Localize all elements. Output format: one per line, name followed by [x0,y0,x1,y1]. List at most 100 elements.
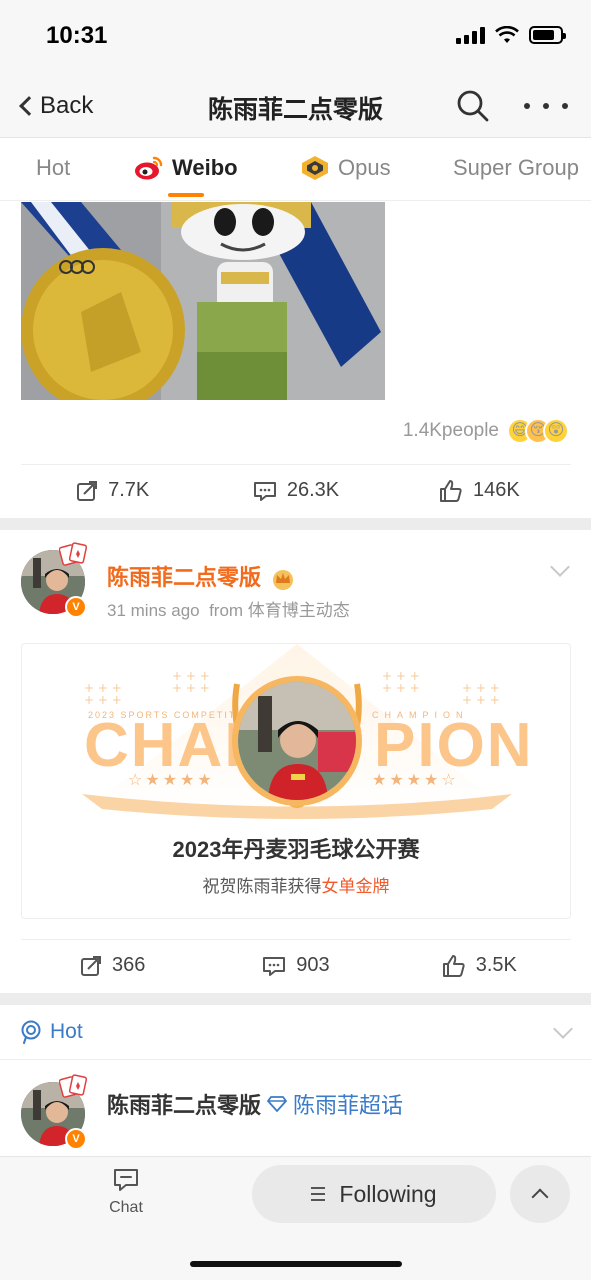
svg-text:+ + +: + + + [382,681,420,695]
champion-card[interactable]: + + + + + + + + + + + + + + + + + + + + … [21,643,571,919]
like-button[interactable]: 3.5K [388,940,571,991]
status-bar: 10:31 [0,0,591,76]
tab-hot[interactable]: Hot [36,155,70,181]
comment-icon [263,956,286,976]
weibo-logo-icon [135,156,163,180]
chat-icon [114,1169,138,1191]
svg-text:+ + +: + + + [84,693,122,707]
caption-prefix: 祝贺陈雨菲获得 [202,877,322,896]
chevron-up-icon [531,1188,549,1206]
chevron-down-icon[interactable] [553,1019,573,1039]
home-indicator[interactable] [190,1261,402,1267]
author-name[interactable]: 陈雨菲二点零版 [107,560,295,592]
champion-stars-right: ★★★★☆ [372,772,459,789]
reactions-summary[interactable]: 1.4Kpeople 😄 😚 😲 [403,418,569,444]
list-icon [311,1187,326,1201]
tab-label: Weibo [172,155,238,180]
like-count: 146K [472,479,520,501]
following-label: Following [339,1180,437,1207]
more-dot [562,103,568,109]
reaction-emoji-stack: 😄 😚 😲 [507,418,569,444]
verified-badge-icon: V [65,1128,87,1150]
chevron-down-icon[interactable] [550,557,570,577]
post-photo-medal-mascot[interactable] [21,202,385,400]
wifi-icon [495,26,519,43]
hot-label: Hot [20,1020,83,1044]
active-tab-indicator [168,193,204,197]
post-meta: 31 mins ago from 体育博主动态 [107,596,350,621]
repost-count: 366 [111,954,146,976]
post2-header: V 陈雨菲二点零版 31 mins ago from 体育博主动态 [21,542,571,630]
crown-icon [273,570,294,591]
thumbs-up-icon [439,479,462,502]
following-button[interactable]: Following [252,1165,496,1223]
comment-count: 26.3K [286,479,340,501]
post-source: from 体育博主动态 [209,601,350,620]
author-name-text[interactable]: 陈雨菲二点零版 [107,1088,261,1120]
nav-header: Back 陈雨菲二点零版 [0,76,591,138]
diamond-icon [267,1096,287,1112]
hot-label-text: Hot [50,1020,83,1043]
status-icons [456,26,566,44]
svg-text:+ + +: + + + [462,693,500,707]
post1-action-bar: 7.7K 26.3K 146K [21,464,571,516]
repost-icon [77,480,98,501]
feed-separator [0,993,591,1005]
like-button[interactable]: 146K [388,465,571,516]
chat-label: Chat [109,1199,143,1216]
tab-weibo[interactable]: Weibo [134,155,238,181]
champion-stars-left: ☆★★★★ [128,772,215,789]
champion-photo [238,682,356,800]
comment-button[interactable]: 903 [204,940,387,991]
author-name-text: 陈雨菲二点零版 [107,565,262,590]
post-time: 31 mins ago [107,601,200,620]
tab-super-group[interactable]: Super Group [453,155,579,181]
gold-medal-mascot-image [21,202,385,400]
back-label: Back [40,92,94,119]
champion-title: 2023年丹麦羽毛球公开赛 [172,837,420,862]
bottom-bar: Chat Following [0,1156,591,1280]
chat-button[interactable]: Chat [98,1167,154,1217]
more-options-button[interactable] [524,88,568,124]
super-topic-link[interactable]: 陈雨菲超话 [293,1088,403,1120]
thumbs-up-icon [442,954,465,977]
caption-highlight: 女单金牌 [321,877,390,896]
status-time: 10:31 [46,22,108,49]
tab-opus[interactable]: Opus [300,155,391,181]
repost-button[interactable]: 366 [21,940,204,991]
verified-badge-icon: V [65,596,87,618]
tab-bar: Hot Weibo Opus Super Group [0,139,591,201]
reactions-count: 1.4Kpeople [402,420,499,441]
surprised-emoji-icon: 😲 [543,418,569,444]
more-dot [543,103,549,109]
feed-separator [0,518,591,530]
opus-badge-icon [302,156,328,180]
hot-section-header[interactable]: Hot [0,1006,591,1060]
comment-count: 903 [296,954,330,976]
post3-author-row: 陈雨菲二点零版 陈雨菲超话 [107,1088,403,1120]
card-suit-badge-icon [59,542,87,566]
comment-button[interactable]: 26.3K [204,465,387,516]
champion-portrait [232,676,362,806]
back-button[interactable]: Back [16,86,93,126]
hot-signal-icon [21,1020,41,1044]
tab-label: Super Group [453,155,579,180]
battery-icon [529,26,566,44]
svg-text:+ + +: + + + [172,681,210,695]
repost-icon [80,955,101,976]
card-suit-badge-icon [59,1074,87,1098]
search-icon [457,90,489,122]
champion-caption: 祝贺陈雨菲获得女单金牌 [22,872,570,897]
comment-icon [253,481,276,501]
post2-action-bar: 366 903 3.5K [21,939,571,991]
more-dot [524,103,530,109]
repost-button[interactable]: 7.7K [21,465,204,516]
repost-count: 7.7K [108,479,150,501]
like-count: 3.5K [475,954,517,976]
tab-label: Opus [338,155,391,180]
chevron-left-icon [19,96,39,116]
tab-label: Hot [36,155,71,180]
scroll-to-top-button[interactable] [510,1165,570,1223]
cellular-signal-icon [456,26,485,44]
search-button[interactable] [455,88,491,124]
